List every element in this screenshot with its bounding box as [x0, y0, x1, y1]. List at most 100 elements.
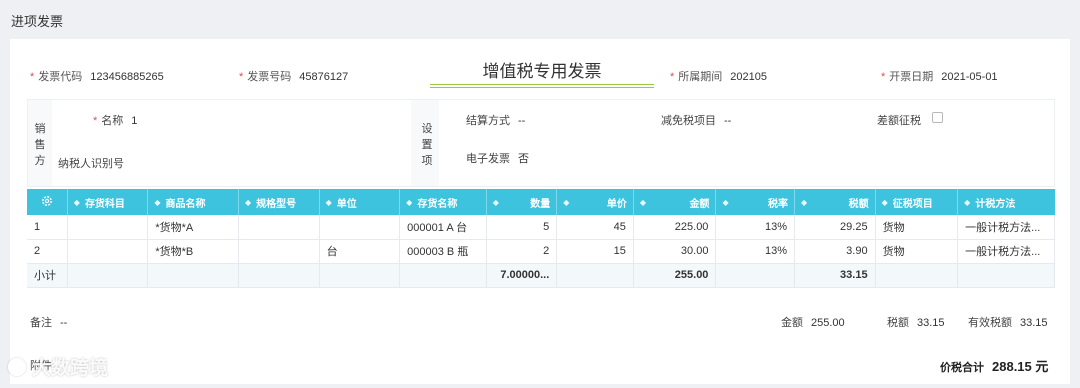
settings-panel: 结算方式 -- 减免税项目 -- 差额征税 电子发票否 — [439, 100, 1054, 186]
issue-date-value: 2021-05-01 — [941, 71, 998, 83]
seller-name-value: 1 — [131, 115, 138, 127]
tax-summary: 税额 33.15 — [887, 314, 945, 330]
required-mark: * — [881, 71, 886, 83]
cell-index: 1 — [27, 215, 68, 240]
col-header-unit[interactable]: ◆ 单位 — [319, 189, 401, 215]
col-header-tax-item[interactable]: ◆ 征税项目 — [875, 189, 959, 215]
col-header-amount[interactable]: ◆ 金额 — [633, 189, 717, 215]
page-title: 进项发票 — [11, 14, 64, 29]
cell-tax-method: 一般计税方法... — [957, 215, 1055, 240]
col-label: 计税方法 — [975, 198, 1016, 210]
col-header-spec-model[interactable]: ◆ 规格型号 — [238, 189, 320, 215]
effective-tax-summary: 有效税额 33.15 — [968, 314, 1048, 330]
settlement-value: -- — [518, 115, 526, 127]
col-label: 征税项目 — [892, 198, 933, 210]
amount-summary-label: 金额 — [781, 317, 803, 329]
col-label: 存货名称 — [417, 198, 458, 210]
col-label: 规格型号 — [256, 198, 297, 210]
settings-side-label-text: 设置项 — [421, 123, 433, 167]
watermark-logo-icon — [8, 357, 26, 376]
title-underline — [430, 84, 654, 85]
remark-value: -- — [60, 317, 68, 329]
title-underline-2 — [430, 87, 654, 88]
col-header-tax-method[interactable]: ◆ 计税方法 — [957, 189, 1055, 215]
party-section: 销售方 * 名称 1 纳税人识别号 设置项 结算方式 -- 减免税项目 -- 差额征税 … — [27, 99, 1055, 187]
tax-summary-value: 33.15 — [917, 317, 945, 329]
col-header-tax-amount[interactable]: ◆ 税额 — [794, 189, 876, 215]
required-mark: * — [30, 71, 35, 83]
subtotal-empty — [715, 263, 795, 288]
cell-tax-rate: 13% — [715, 215, 795, 240]
cell-unit: 台 — [319, 239, 401, 264]
cell-spec-model — [238, 239, 320, 264]
total-label: 价税合计 — [940, 362, 984, 374]
required-mark: * — [670, 71, 675, 83]
effective-tax-value: 33.15 — [1020, 317, 1048, 329]
diff-tax-checkbox[interactable] — [932, 112, 943, 123]
sort-icon: ◆ — [325, 197, 332, 207]
taxpayer-id-label: 纳税人识别号 — [58, 158, 124, 170]
subtotal-empty — [957, 263, 1055, 288]
col-header-inventory-subject[interactable]: ◆ 存货科目 — [67, 189, 149, 215]
sort-icon: ◆ — [964, 197, 971, 207]
e-invoice-value: 否 — [518, 153, 529, 165]
invoice-number-field: * 发票号码 45876127 — [239, 68, 348, 84]
cell-amount: 225.00 — [633, 215, 717, 240]
subtotal-row: 小计 7.00000... 255.00 33.15 — [27, 263, 1055, 288]
col-header-unit-price[interactable]: ◆ 单价 — [556, 189, 634, 215]
cell-tax-amount: 3.90 — [794, 239, 876, 264]
subtotal-empty — [319, 263, 401, 288]
exemption-field: 减免税项目 -- — [661, 112, 731, 128]
diff-tax-label: 差额征税 — [877, 115, 921, 127]
cell-unit — [319, 215, 401, 240]
cell-unit-price: 15 — [556, 239, 634, 264]
subtotal-empty — [147, 263, 240, 288]
sort-icon: ◆ — [639, 197, 646, 207]
exemption-value: -- — [724, 115, 732, 127]
invoice-title: 增值税专用发票 — [482, 62, 602, 81]
sort-icon: ◆ — [492, 197, 499, 207]
cell-inventory-subject — [67, 239, 149, 264]
col-header-tax-rate[interactable]: ◆ 税率 — [715, 189, 795, 215]
table-row[interactable]: 2 *货物*B 台 000003 B 瓶 2 15 30.00 13% 3.90… — [27, 239, 1055, 264]
remark-label: 备注 — [30, 317, 52, 329]
seller-panel: * 名称 1 纳税人识别号 — [52, 100, 411, 186]
col-header-product-name[interactable]: ◆ 商品名称 — [147, 189, 240, 215]
tax-summary-label: 税额 — [887, 317, 909, 329]
cell-tax-item: 货物 — [875, 215, 959, 240]
subtotal-amount: 255.00 — [633, 263, 717, 288]
col-label: 单位 — [336, 198, 357, 210]
col-label: 商品名称 — [165, 198, 206, 210]
col-label: 数量 — [530, 198, 551, 210]
seller-name-label: 名称 — [101, 115, 124, 127]
e-invoice-label: 电子发票 — [466, 153, 510, 165]
column-settings-button[interactable] — [27, 189, 68, 215]
sort-icon: ◆ — [73, 197, 80, 207]
col-label: 单价 — [606, 198, 627, 210]
remark-field: 备注 -- — [30, 314, 67, 330]
invoice-lines-table: ◆ 存货科目 ◆ 商品名称 ◆ 规格型号 ◆ 单位 ◆ 存货名称 ◆ 数量 ◆ 单价 ◆ 金额 … — [27, 189, 1055, 288]
settlement-field: 结算方式 -- — [466, 112, 525, 128]
amount-summary: 金额 255.00 — [781, 314, 845, 330]
invoice-number-value: 45876127 — [299, 71, 349, 83]
total-value: 288.15 元 — [992, 359, 1049, 374]
col-label: 税额 — [848, 198, 869, 210]
cell-tax-method: 一般计税方法... — [957, 239, 1055, 264]
required-mark: * — [239, 71, 244, 83]
period-field: * 所属期间 202105 — [670, 68, 767, 84]
cell-spec-model — [238, 215, 320, 240]
cell-tax-rate: 13% — [715, 239, 795, 264]
table-row[interactable]: 1 *货物*A 000001 A 台 5 45 225.00 13% 29.25… — [27, 215, 1055, 240]
invoice-number-label: 发票号码 — [247, 71, 292, 83]
col-label: 金额 — [689, 198, 710, 210]
invoice-code-field: * 发票代码 123456885265 — [30, 68, 164, 84]
cell-tax-item: 货物 — [875, 239, 959, 264]
sort-icon: ◆ — [881, 197, 888, 207]
col-header-inventory-name[interactable]: ◆ 存货名称 — [399, 189, 487, 215]
invoice-code-value: 123456885265 — [90, 71, 164, 83]
issue-date-label: 开票日期 — [889, 71, 934, 83]
col-label: 税率 — [768, 198, 788, 210]
col-header-quantity[interactable]: ◆ 数量 — [486, 189, 558, 215]
table-header-row: ◆ 存货科目 ◆ 商品名称 ◆ 规格型号 ◆ 单位 ◆ 存货名称 ◆ 数量 ◆ 单价 ◆ 金额 … — [27, 189, 1055, 215]
seller-side-label-text: 销售方 — [34, 123, 46, 167]
